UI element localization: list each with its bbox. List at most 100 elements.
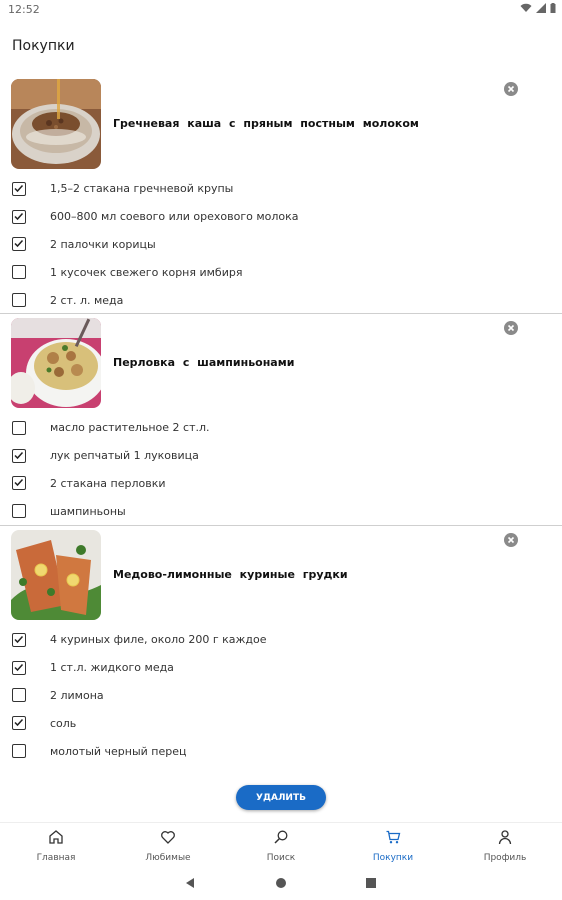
ingredient-text: 2 палочки корицы [50,237,156,251]
ingredient-text: 1,5–2 стакана гречневой крупы [50,182,234,196]
check-icon [14,663,24,671]
ingredient-checkbox[interactable] [12,448,26,463]
recipe-header: Перловка с шампиньонами [0,318,562,414]
remove-recipe-button[interactable] [504,533,518,547]
recipe-title: Перловка с шампиньонами [113,356,295,369]
ingredient-checkbox[interactable] [12,744,26,759]
ingredient-item[interactable]: соль [0,709,562,737]
check-icon [14,719,24,727]
battery-icon [550,3,556,13]
ingredient-checkbox[interactable] [12,504,26,519]
ingredient-item[interactable]: 600–800 мл соевого или орехового молока [0,203,562,231]
signal-icon [536,3,546,13]
recipe-header: Медово-лимонные куриные грудки [0,530,562,626]
ingredient-text: 1 ст.л. жидкого меда [50,661,174,675]
ingredient-item[interactable]: 4 куриных филе, около 200 г каждое [0,626,562,654]
remove-recipe-button[interactable] [504,321,518,335]
home-circle-icon[interactable] [275,877,287,889]
nav-item-home[interactable]: Главная [16,829,96,865]
search-icon [274,830,288,844]
ingredient-checkbox[interactable] [12,660,26,675]
recipe-title: Гречневая каша с пряным постным молоком [113,117,419,130]
ingredient-item[interactable]: молотый черный перец [0,737,562,765]
recipe-image [11,318,101,408]
divider [0,525,562,526]
ingredient-text: лук репчатый 1 луковица [50,449,199,463]
ingredient-text: масло растительное 2 ст.л. [50,421,210,435]
remove-recipe-button[interactable] [504,82,518,96]
ingredient-checkbox[interactable] [12,265,26,280]
ingredient-checkbox[interactable] [12,209,26,224]
delete-button[interactable]: УДАЛИТЬ [236,785,326,810]
ingredient-checkbox[interactable] [12,476,26,491]
ingredient-text: шампиньоны [50,504,126,518]
check-icon [14,212,24,220]
recipe-image [11,79,101,169]
ingredient-item[interactable]: масло растительное 2 ст.л. [0,414,562,442]
close-icon [507,324,515,332]
recipe-card: Гречневая каша с пряным постным молоком … [0,79,562,314]
ingredient-checkbox[interactable] [12,181,26,196]
check-icon [14,479,24,487]
ingredient-list: масло растительное 2 ст.л. лук репчатый 1… [0,414,562,525]
wifi-icon [520,3,532,12]
recipe-card: Медово-лимонные куриные грудки 4 куриных… [0,530,562,765]
recipe-header: Гречневая каша с пряным постным молоком [0,79,562,175]
ingredient-list: 1,5–2 стакана гречневой крупы 600–800 мл … [0,175,562,314]
ingredient-item[interactable]: 2 лимона [0,682,562,710]
ingredient-text: 600–800 мл соевого или орехового молока [50,210,299,224]
status-time: 12:52 [8,3,40,16]
ingredient-text: 1 кусочек свежего корня имбиря [50,265,243,279]
page-title: Покупки [12,38,75,54]
bottom-nav: Главная Любимые Поиск Покупки Профиль [0,822,562,864]
nav-label: Любимые [145,853,191,863]
ingredient-checkbox[interactable] [12,420,26,435]
recipe-title: Медово-лимонные куриные грудки [113,568,348,581]
cart-icon [386,830,401,844]
close-icon [507,536,515,544]
ingredient-checkbox[interactable] [12,632,26,647]
nav-item-profile[interactable]: Профиль [465,829,545,865]
nav-label: Поиск [266,853,296,863]
home-icon [49,830,63,844]
recents-icon[interactable] [365,877,377,889]
check-icon [14,184,24,192]
status-bar: 12:52 [0,0,562,20]
ingredient-item[interactable]: 2 стакана перловки [0,470,562,498]
nav-label: Покупки [372,853,414,863]
ingredient-text: соль [50,716,77,730]
check-icon [14,635,24,643]
person-icon [498,830,512,845]
ingredient-item[interactable]: лук репчатый 1 луковица [0,442,562,470]
ingredient-text: 2 ст. л. меда [50,293,124,307]
divider [0,313,562,314]
status-icons [520,3,556,13]
ingredient-text: 2 лимона [50,688,104,702]
ingredient-checkbox[interactable] [12,237,26,252]
close-icon [507,85,515,93]
nav-label: Профиль [483,853,527,863]
system-nav [0,868,562,900]
heart-icon [161,831,175,844]
ingredient-item[interactable]: 2 палочки корицы [0,231,562,259]
ingredient-checkbox[interactable] [12,293,26,308]
nav-item-favorites[interactable]: Любимые [128,829,208,865]
ingredient-item[interactable]: 2 ст. л. меда [0,286,562,314]
ingredient-checkbox[interactable] [12,716,26,731]
ingredient-list: 4 куриных филе, около 200 г каждое 1 ст.л… [0,626,562,765]
ingredient-checkbox[interactable] [12,688,26,703]
ingredient-item[interactable]: 1 кусочек свежего корня имбиря [0,258,562,286]
check-icon [14,451,24,459]
ingredient-text: молотый черный перец [50,744,187,758]
back-icon[interactable] [184,877,196,889]
nav-item-cart[interactable]: Покупки [353,829,433,865]
ingredient-text: 2 стакана перловки [50,476,166,490]
ingredient-item[interactable]: шампиньоны [0,497,562,525]
ingredient-item[interactable]: 1 ст.л. жидкого меда [0,654,562,682]
recipe-image [11,530,101,620]
ingredient-text: 4 куриных филе, около 200 г каждое [50,633,267,647]
nav-item-search[interactable]: Поиск [241,829,321,865]
check-icon [14,240,24,248]
recipe-card: Перловка с шампиньонами масло растительн… [0,318,562,525]
ingredient-item[interactable]: 1,5–2 стакана гречневой крупы [0,175,562,203]
